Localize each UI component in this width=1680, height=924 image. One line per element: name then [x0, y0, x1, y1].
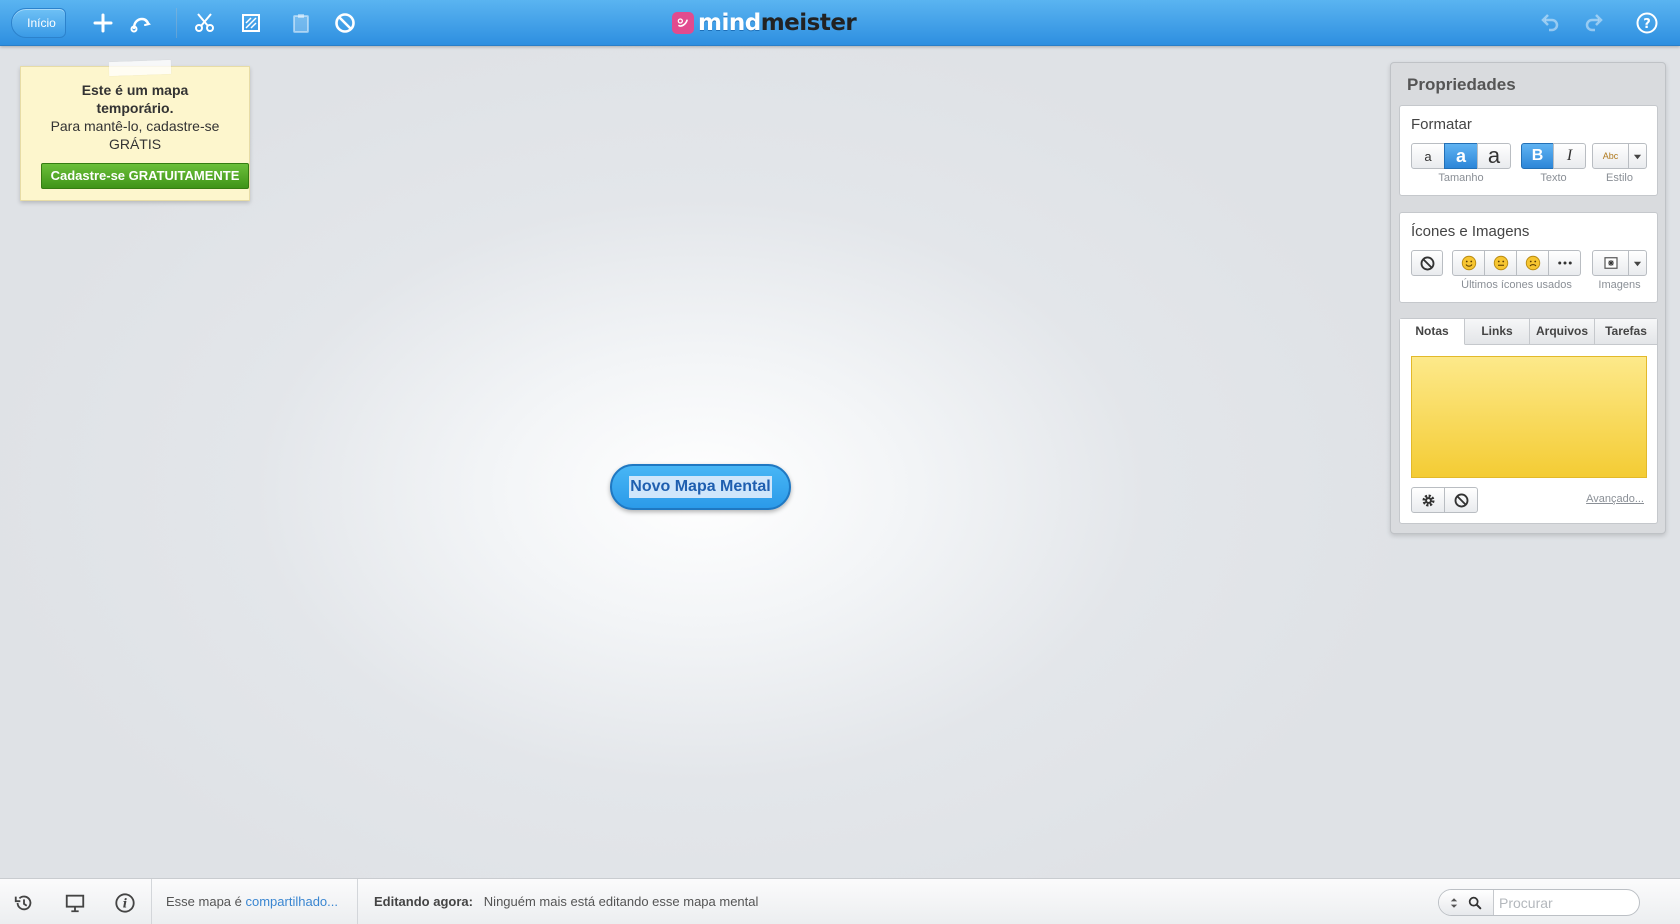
copy-icon[interactable] [238, 10, 264, 36]
mindmeister-logo: mindmeister [672, 9, 857, 37]
font-size-medium-button[interactable]: a [1444, 143, 1478, 169]
connect-icon[interactable] [128, 10, 154, 36]
sort-arrows-icon [1450, 897, 1457, 908]
more-icons-button[interactable] [1548, 250, 1581, 276]
sad-icon-button[interactable] [1516, 250, 1549, 276]
font-size-large-button[interactable]: a [1477, 143, 1511, 169]
properties-tabs: Notas Links Arquivos Tarefas [1400, 319, 1657, 345]
size-caption: Tamanho [1438, 172, 1484, 184]
toolbar-divider [176, 8, 177, 38]
help-icon[interactable]: ? [1634, 10, 1660, 36]
format-section: Formatar a a a Tamanho B I Texto Abc Est… [1399, 105, 1658, 196]
insert-image-button[interactable] [1592, 250, 1629, 276]
text-caption: Texto [1540, 172, 1567, 184]
tape-decoration [108, 59, 172, 77]
tab-tarefas[interactable]: Tarefas [1595, 319, 1657, 345]
status-divider [151, 879, 152, 924]
smile-icon-button[interactable] [1452, 250, 1485, 276]
properties-panel: Propriedades Formatar a a a Tamanho B I … [1390, 62, 1666, 534]
editing-label: Editando agora: [374, 894, 473, 909]
tab-arquivos[interactable]: Arquivos [1530, 319, 1595, 345]
undo-icon[interactable] [1536, 10, 1562, 36]
style-dropdown-button[interactable] [1628, 143, 1647, 169]
remove-icon-button[interactable] [1411, 250, 1443, 276]
italic-button[interactable]: I [1553, 143, 1586, 169]
temp-note-subtitle: Para mantê-lo, cadastre-se GRÁTIS [50, 118, 220, 152]
status-divider [357, 879, 358, 924]
image-dropdown-button[interactable] [1628, 250, 1647, 276]
logo-icon [672, 12, 694, 34]
images-caption: Imagens [1598, 279, 1641, 291]
notes-textarea[interactable] [1411, 356, 1647, 478]
notes-section: Notas Links Arquivos Tarefas Avançado... [1399, 318, 1658, 524]
share-prefix: Esse mapa é [166, 894, 246, 909]
editing-value: Ninguém mais está editando esse mapa men… [483, 894, 759, 909]
svg-text:?: ? [1643, 17, 1651, 32]
gear-icon [1421, 493, 1435, 507]
logo-text-mind: mind [698, 10, 761, 36]
format-title: Formatar [1411, 116, 1472, 133]
central-node[interactable]: Novo Mapa Mental [610, 464, 791, 510]
search-input[interactable] [1499, 893, 1634, 912]
signup-free-button[interactable]: Cadastre-se GRATUITAMENTE [41, 163, 249, 189]
neutral-face-icon [1493, 255, 1508, 271]
image-icon [1603, 257, 1618, 269]
advanced-link[interactable]: Avançado... [1586, 493, 1644, 505]
share-link[interactable]: compartilhado... [246, 894, 339, 909]
redo-icon[interactable] [1582, 10, 1608, 36]
icons-images-section: Ícones e Imagens Últimos ícones usados I… [1399, 212, 1658, 303]
chevron-down-icon [1633, 261, 1642, 266]
no-icon [1420, 256, 1434, 270]
note-settings-button[interactable] [1411, 487, 1445, 513]
note-delete-button[interactable] [1444, 487, 1478, 513]
properties-title: Propriedades [1407, 75, 1516, 94]
top-toolbar: Início mindmeister ? [0, 0, 1680, 46]
info-icon[interactable]: i [113, 891, 137, 915]
delete-icon[interactable] [332, 10, 358, 36]
chevron-down-icon [1633, 154, 1642, 159]
central-node-text[interactable]: Novo Mapa Mental [629, 476, 772, 498]
bold-button[interactable]: B [1521, 143, 1554, 169]
style-sample-button[interactable]: Abc [1592, 143, 1629, 169]
tab-notas[interactable]: Notas [1400, 319, 1465, 345]
home-back-button[interactable]: Início [11, 8, 66, 38]
presentation-icon[interactable] [63, 891, 87, 915]
history-icon[interactable] [12, 891, 36, 915]
smile-icon [1461, 255, 1476, 271]
search-icon [1468, 896, 1481, 909]
tab-links[interactable]: Links [1465, 319, 1530, 345]
paste-icon[interactable] [288, 10, 314, 36]
plus-icon[interactable] [90, 10, 116, 36]
cut-icon[interactable] [192, 10, 218, 36]
logo-text-meister: meister [760, 10, 857, 36]
temp-note-title: Este é um mapa temporário. [81, 82, 189, 116]
more-icon [1557, 261, 1572, 265]
search-options-button[interactable] [1439, 890, 1494, 915]
search-box [1438, 889, 1640, 916]
font-size-small-button[interactable]: a [1411, 143, 1445, 169]
style-caption: Estilo [1606, 172, 1633, 184]
neutral-icon-button[interactable] [1484, 250, 1517, 276]
sad-face-icon [1525, 255, 1540, 271]
editing-status: Editando agora: Ninguém mais está editan… [374, 894, 758, 909]
share-status: Esse mapa é compartilhado... [166, 894, 338, 909]
temporary-map-note: Este é um mapa temporário. Para mantê-lo… [20, 59, 250, 201]
status-bar: i Esse mapa é compartilhado... Editando … [0, 878, 1680, 924]
icons-images-title: Ícones e Imagens [1411, 223, 1530, 240]
svg-text:i: i [123, 897, 128, 911]
recent-icons-caption: Últimos ícones usados [1461, 279, 1572, 291]
no-icon [1454, 493, 1468, 507]
